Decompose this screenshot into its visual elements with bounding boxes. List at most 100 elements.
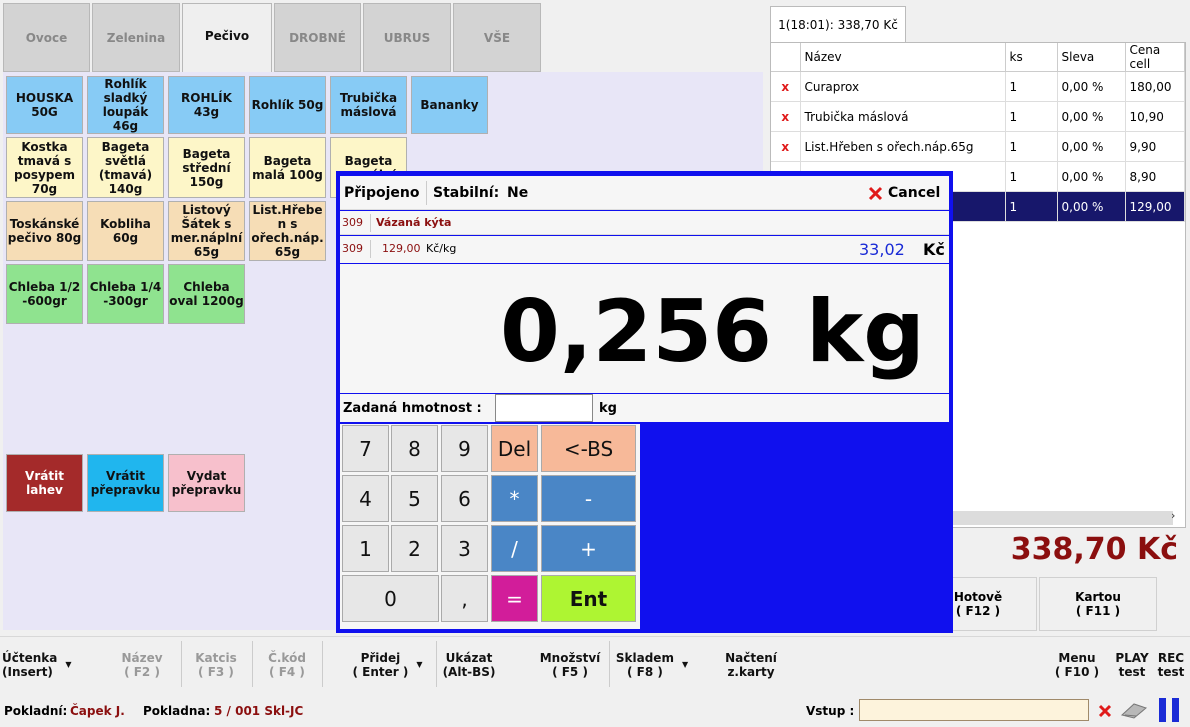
quantity-button[interactable]: Množství( F5 ) (532, 637, 608, 692)
horizontal-scrollbar[interactable] (951, 511, 1173, 525)
button-shortcut: (Alt-BS) (442, 664, 496, 679)
key-8[interactable]: 8 (391, 425, 438, 472)
key-multiply[interactable]: * (491, 475, 538, 522)
menu-button[interactable]: Menu( F10 ) (1050, 637, 1104, 692)
key-1[interactable]: 1 (342, 525, 389, 572)
tab-zelenina[interactable]: Zelenina (92, 3, 180, 72)
issue-crate-button[interactable]: Vydat přepravku (168, 454, 245, 512)
backspace-button[interactable]: <-BS (541, 425, 636, 472)
tab-vse[interactable]: VŠE (453, 3, 541, 72)
product-button[interactable]: Kobliha 60g (87, 201, 164, 261)
receipt-total: 338,70 Kč (1010, 532, 1178, 567)
key-3[interactable]: 3 (441, 525, 488, 572)
product-button[interactable]: Bananky (411, 76, 488, 134)
item-name: Curaprox (800, 71, 1006, 102)
button-label: Kartou (1075, 590, 1121, 604)
button-shortcut: ( Enter ) (352, 664, 409, 679)
product-button[interactable]: Rohlík 50g (249, 76, 326, 134)
product-label: Vrátit (106, 469, 145, 483)
product-button[interactable]: Rohlík sladký loupák 46g (87, 76, 164, 134)
rec-test-button[interactable]: REC test (1154, 637, 1188, 692)
button-label: Množství (539, 650, 601, 665)
button-label: Účtenka (2, 650, 58, 665)
entered-weight-input[interactable] (495, 394, 593, 422)
table-row[interactable]: x Trubička máslová 1 0,00 % 10,90 (771, 101, 1185, 132)
item-discount: 0,00 % (1057, 71, 1126, 102)
input-field[interactable] (859, 699, 1089, 721)
receipt-tab[interactable]: 1(18:01): 338,70 Kč (770, 6, 906, 42)
product-button[interactable]: Bageta malá 100g (249, 137, 326, 198)
item-name: Trubička máslová (800, 101, 1006, 132)
key-plus[interactable]: + (541, 525, 636, 572)
play-test-button[interactable]: PLAY test (1110, 637, 1154, 692)
remove-icon[interactable]: x (771, 71, 801, 102)
entered-weight-label: Zadaná hmotnost : (343, 401, 482, 416)
product-button[interactable]: Listový Šátek s mer.náplní 65g (168, 201, 245, 261)
product-button[interactable]: ROHLÍK 43g (168, 76, 245, 134)
product-button[interactable]: Toskánské pečivo 80g (6, 201, 83, 261)
stock-button[interactable]: Skladem( F8 ) ▼ (612, 637, 692, 692)
load-card-button[interactable]: Načtení z.karty (715, 637, 787, 692)
key-7[interactable]: 7 (342, 425, 389, 472)
button-shortcut: (Insert) (2, 664, 53, 679)
remove-icon[interactable]: x (771, 101, 801, 132)
column-header (771, 43, 801, 72)
divider (370, 214, 371, 232)
product-button[interactable]: List.Hřebe n s ořech.náp. 65g (249, 201, 326, 261)
product-label: n s (277, 217, 298, 231)
entered-weight-row: Zadaná hmotnost : kg (340, 394, 949, 422)
item-price: 180,00 (1125, 71, 1185, 102)
divider (370, 240, 371, 258)
barcode-button[interactable]: Č.kód( F4 ) (253, 637, 321, 692)
tab-ovoce[interactable]: Ovoce (3, 3, 90, 72)
item-code: 309 (342, 242, 363, 255)
return-crate-button[interactable]: Vrátit přepravku (87, 454, 164, 512)
button-label: Název (121, 650, 163, 665)
eraser-icon[interactable] (1120, 701, 1148, 719)
product-button[interactable]: Chleba oval 1200g (168, 264, 245, 324)
return-bottle-button[interactable]: Vrátit lahev (6, 454, 83, 512)
cancel-button[interactable]: Cancel (868, 182, 944, 204)
item-qty: 1 (1005, 71, 1058, 102)
key-5[interactable]: 5 (391, 475, 438, 522)
product-label: Bageta (344, 153, 393, 168)
add-button[interactable]: Přidej( Enter ) ▼ (340, 637, 435, 692)
table-row[interactable]: x List.Hřeben s ořech.náp.65g 1 0,00 % 9… (771, 131, 1185, 162)
scale-price-row: 309 129,00 Kč/kg 33,02 Kč (340, 236, 949, 263)
remove-icon[interactable]: x (771, 131, 801, 162)
key-divide[interactable]: / (491, 525, 538, 572)
key-9[interactable]: 9 (441, 425, 488, 472)
product-button[interactable]: Kostka tmavá s posypem 70g (6, 137, 83, 198)
enter-button[interactable]: Ent (541, 575, 636, 622)
product-button[interactable]: Chleba 1/2 -600gr (6, 264, 83, 324)
product-label: Chleba (183, 280, 230, 294)
key-0[interactable]: 0 (342, 575, 439, 622)
tab-pecivo[interactable]: Pečivo (182, 3, 272, 73)
clear-icon[interactable] (1098, 704, 1112, 718)
product-button[interactable]: Bageta světlá (tmavá) 140g (87, 137, 164, 198)
key-comma[interactable]: , (441, 575, 488, 622)
pay-card-button[interactable]: Kartou( F11 ) (1039, 577, 1157, 631)
product-label: Toskánské (9, 217, 80, 231)
scroll-right-icon[interactable]: › (1171, 509, 1175, 522)
product-button[interactable]: Chleba 1/4 -300gr (87, 264, 164, 324)
show-button[interactable]: Ukázat (Alt-BS) (437, 637, 501, 692)
product-label: Rohlík (104, 77, 147, 91)
product-button[interactable]: HOUSKA 50G (6, 76, 83, 134)
key-6[interactable]: 6 (441, 475, 488, 522)
name-search-button[interactable]: Název( F2 ) (104, 637, 180, 692)
key-minus[interactable]: - (541, 475, 636, 522)
key-4[interactable]: 4 (342, 475, 389, 522)
delete-button[interactable]: Del (491, 425, 538, 472)
tab-ubrus[interactable]: UBRUS (363, 3, 451, 72)
button-label: Skladem (615, 650, 674, 665)
key-2[interactable]: 2 (391, 525, 438, 572)
receipt-button[interactable]: Účtenka (Insert) ▼ (2, 637, 80, 692)
key-equals[interactable]: = (491, 575, 538, 622)
katcis-button[interactable]: Katcis( F3 ) (182, 637, 250, 692)
product-button[interactable]: Trubička máslová (330, 76, 407, 134)
table-row[interactable]: x Curaprox 1 0,00 % 180,00 (771, 71, 1185, 102)
product-label: světlá (104, 153, 147, 168)
product-button[interactable]: Bageta střední 150g (168, 137, 245, 198)
tab-drobne[interactable]: DROBNÉ (274, 3, 361, 72)
